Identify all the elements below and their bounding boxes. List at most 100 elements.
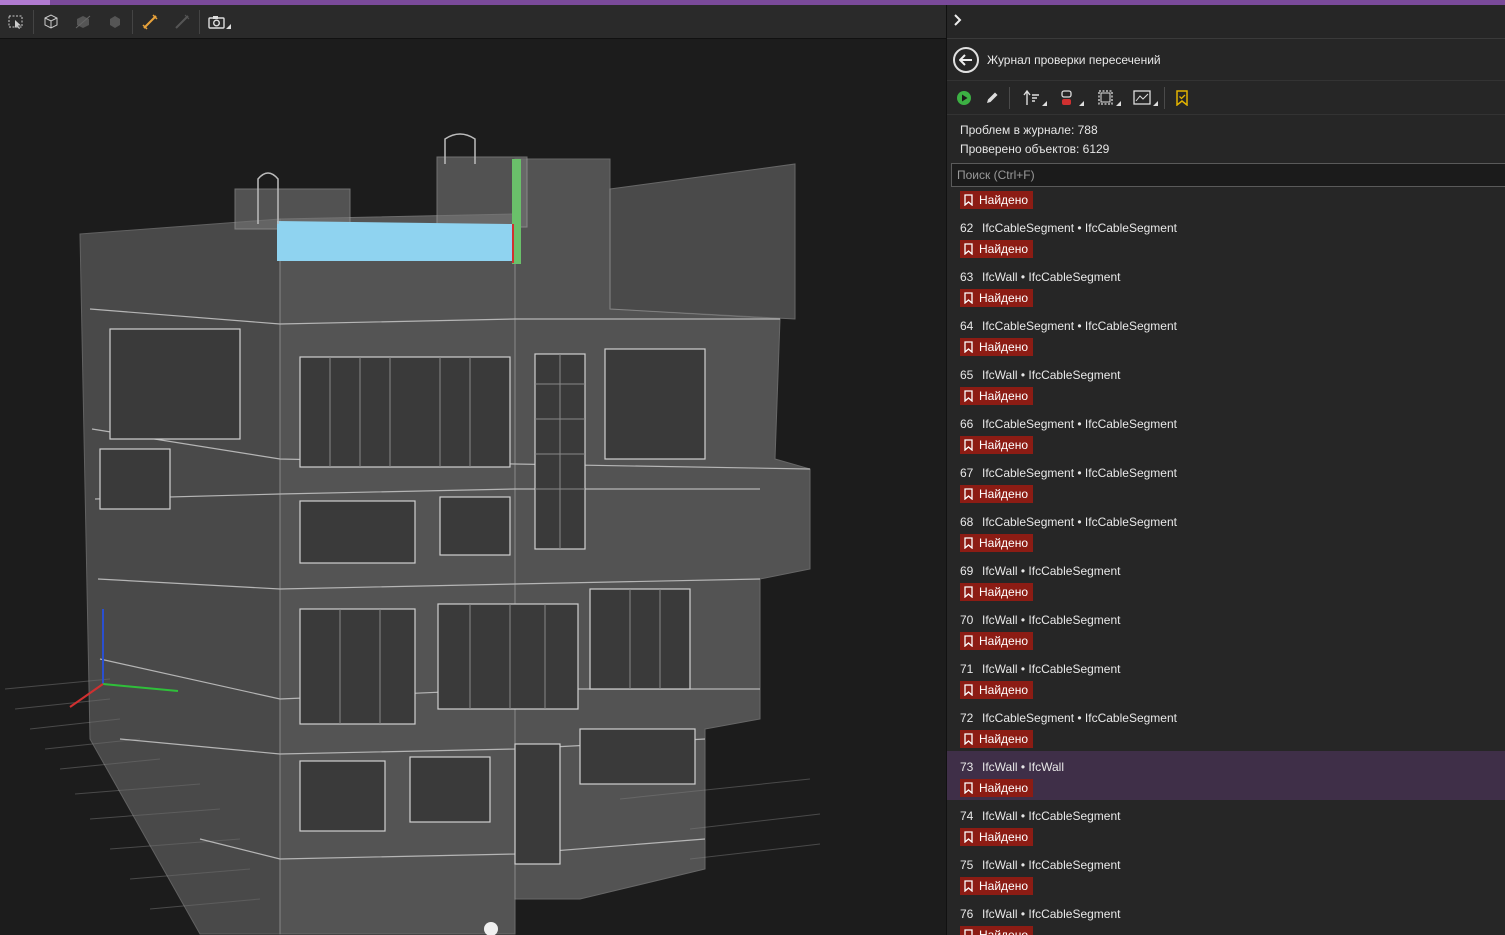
item-objects: IfcWall • IfcCableSegment: [982, 368, 1121, 382]
camera-icon[interactable]: [201, 5, 239, 38]
bookmark-icon: [964, 929, 973, 935]
status-badge[interactable]: Найдено: [960, 877, 1034, 895]
item-objects: IfcCableSegment • IfcCableSegment: [982, 417, 1177, 431]
item-objects: IfcWall • IfcCableSegment: [982, 270, 1121, 284]
list-item[interactable]: 62 IfcCableSegment • IfcCableSegment Найде…: [947, 212, 1505, 261]
toolbar-separator: [199, 9, 200, 34]
item-objects: IfcWall • IfcWall: [982, 760, 1064, 774]
bookmark-icon[interactable]: [1171, 81, 1193, 114]
hide-icon[interactable]: [67, 5, 99, 38]
sort-icon[interactable]: [1016, 81, 1047, 114]
bookmark-icon: [964, 194, 973, 206]
toolbar-separator: [1009, 86, 1010, 109]
bookmark-icon: [964, 635, 973, 647]
item-objects: IfcWall • IfcCableSegment: [982, 662, 1121, 676]
item-number: 71: [960, 662, 974, 676]
status-badge[interactable]: Найдено: [960, 534, 1034, 552]
bookmark-icon: [964, 880, 973, 892]
status-label: Найдено: [979, 683, 1029, 697]
status-label: Найдено: [979, 928, 1029, 935]
status-badge[interactable]: Найдено: [960, 632, 1034, 650]
status-badge[interactable]: Найдено: [960, 289, 1034, 307]
status-badge[interactable]: Найдено: [960, 779, 1034, 797]
status-badge[interactable]: Найдено: [960, 926, 1034, 935]
item-number: 76: [960, 907, 974, 921]
bookmark-icon: [964, 831, 973, 843]
status-badge[interactable]: Найдено: [960, 828, 1034, 846]
view-icon[interactable]: [1127, 81, 1158, 114]
chevron-right-icon[interactable]: [953, 13, 963, 31]
filter-icon[interactable]: [1053, 81, 1084, 114]
edit-icon[interactable]: [981, 81, 1003, 114]
search-input[interactable]: Поиск (Ctrl+F): [951, 163, 1505, 187]
bookmark-icon: [964, 684, 973, 696]
status-badge[interactable]: Найдено: [960, 485, 1034, 503]
status-badge[interactable]: Найдено: [960, 240, 1034, 258]
status-label: Найдено: [979, 193, 1029, 207]
list-item[interactable]: 65 IfcWall • IfcCableSegment Найдено: [947, 359, 1505, 408]
bookmark-icon: [964, 341, 973, 353]
item-objects: IfcWall • IfcCableSegment: [982, 858, 1121, 872]
item-objects: IfcCableSegment • IfcCableSegment: [982, 319, 1177, 333]
run-icon[interactable]: [953, 81, 975, 114]
list-item[interactable]: Найдено: [947, 188, 1505, 212]
status-label: Найдено: [979, 634, 1029, 648]
item-number: 67: [960, 466, 974, 480]
back-button[interactable]: [953, 46, 979, 73]
list-item[interactable]: 71 IfcWall • IfcCableSegment Найдено: [947, 653, 1505, 702]
status-badge[interactable]: Найдено: [960, 730, 1034, 748]
list-item[interactable]: 75 IfcWall • IfcCableSegment Найдено: [947, 849, 1505, 898]
checked-count: Проверено объектов: 6129: [960, 142, 1110, 156]
status-badge[interactable]: Найдено: [960, 681, 1034, 699]
status-badge[interactable]: Найдено: [960, 387, 1034, 405]
bookmark-icon: [964, 733, 973, 745]
item-objects: IfcWall • IfcCableSegment: [982, 907, 1121, 921]
item-number: 65: [960, 368, 974, 382]
status-label: Найдено: [979, 781, 1029, 795]
status-label: Найдено: [979, 291, 1029, 305]
list-item[interactable]: 74 IfcWall • IfcCableSegment Найдено: [947, 800, 1505, 849]
status-badge[interactable]: Найдено: [960, 583, 1034, 601]
status-badge[interactable]: Найдено: [960, 338, 1034, 356]
status-label: Найдено: [979, 585, 1029, 599]
list-item[interactable]: 66 IfcCableSegment • IfcCableSegment Найде…: [947, 408, 1505, 457]
item-objects: IfcWall • IfcCableSegment: [982, 564, 1121, 578]
status-badge[interactable]: Найдено: [960, 191, 1034, 209]
bookmark-icon: [964, 537, 973, 549]
status-label: Найдено: [979, 340, 1029, 354]
select-frame-icon[interactable]: [0, 5, 32, 38]
item-objects: IfcCableSegment • IfcCableSegment: [982, 515, 1177, 529]
list-item[interactable]: 69 IfcWall • IfcCableSegment Найдено: [947, 555, 1505, 604]
item-number: 69: [960, 564, 974, 578]
item-objects: IfcWall • IfcCableSegment: [982, 809, 1121, 823]
list-item[interactable]: 70 IfcWall • IfcCableSegment Найдено: [947, 604, 1505, 653]
list-item[interactable]: 64 IfcCableSegment • IfcCableSegment Найде…: [947, 310, 1505, 359]
list-item[interactable]: 67 IfcCableSegment • IfcCableSegment Найде…: [947, 457, 1505, 506]
list-item[interactable]: 68 IfcCableSegment • IfcCableSegment Найде…: [947, 506, 1505, 555]
box-select-icon[interactable]: [35, 5, 67, 38]
arrow-left-icon: [959, 53, 972, 66]
panel-toolbar: [947, 81, 1505, 115]
list-item[interactable]: 76 IfcWall • IfcCableSegment Найдено: [947, 898, 1505, 935]
list-item[interactable]: 63 IfcWall • IfcCableSegment Найдено: [947, 261, 1505, 310]
item-number: 68: [960, 515, 974, 529]
section-box-icon[interactable]: [1090, 81, 1121, 114]
measure-disabled-icon[interactable]: [166, 5, 198, 38]
status-badge[interactable]: Найдено: [960, 436, 1034, 454]
panel-collapse-bar: [947, 5, 1505, 39]
item-objects: IfcCableSegment • IfcCableSegment: [982, 711, 1177, 725]
item-number: 70: [960, 613, 974, 627]
item-number: 64: [960, 319, 974, 333]
clash-list: Найдено 62 IfcCableSegment • IfcCableSegme…: [947, 188, 1505, 935]
model-viewport[interactable]: [0, 39, 946, 935]
bookmark-icon: [964, 439, 973, 451]
list-item[interactable]: 73 IfcWall • IfcWall Найдено: [947, 751, 1505, 800]
isolate-icon[interactable]: [99, 5, 131, 38]
status-label: Найдено: [979, 242, 1029, 256]
item-number: 74: [960, 809, 974, 823]
status-label: Найдено: [979, 438, 1029, 452]
measure-icon[interactable]: [134, 5, 166, 38]
list-item[interactable]: 72 IfcCableSegment • IfcCableSegment Найде…: [947, 702, 1505, 751]
panel-title: Журнал проверки пересечений: [987, 52, 1161, 67]
item-number: 72: [960, 711, 974, 725]
